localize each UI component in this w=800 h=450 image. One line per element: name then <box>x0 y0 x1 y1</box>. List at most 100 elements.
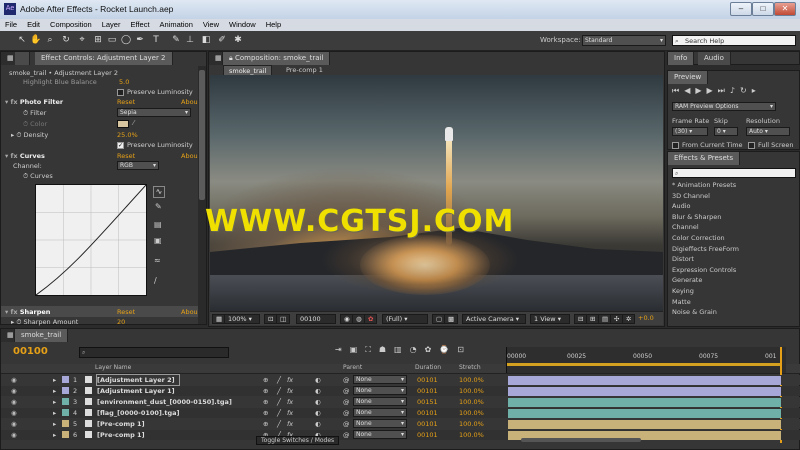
adjustment-switch-icon[interactable]: ◐ <box>315 375 321 385</box>
current-time-field[interactable]: 00100 <box>296 314 336 324</box>
expand-arrow-icon[interactable]: ▸ <box>53 419 56 429</box>
parent-dropdown[interactable]: None ▾ <box>353 386 407 395</box>
save-file-icon[interactable]: ▣ <box>154 236 162 245</box>
fx-switch-icon[interactable]: fx <box>287 408 293 418</box>
tab-effect-controls[interactable]: Effect Controls: Adjustment Layer 2 <box>35 52 173 65</box>
tab-audio[interactable]: Audio <box>698 52 731 65</box>
parent-dropdown[interactable]: None ▾ <box>353 430 407 439</box>
menu-view[interactable]: View <box>198 19 224 29</box>
shy-layers-icon[interactable]: ☗ <box>379 345 394 354</box>
ellipse-mask-icon[interactable]: ◯ <box>120 34 132 47</box>
motion-blur-icon[interactable]: ◔ <box>410 345 425 354</box>
adjustment-switch-icon[interactable]: ◐ <box>315 386 321 396</box>
tab-preview[interactable]: Preview <box>668 71 709 84</box>
layer-name[interactable]: [Pre-comp 1] <box>97 419 145 429</box>
panel-grip-icon[interactable]: ▦ <box>209 52 223 65</box>
expand-arrow-icon[interactable]: ▸ <box>53 397 56 407</box>
time-ruler[interactable]: 00000 00025 00050 00075 001 <box>506 347 786 373</box>
column-stretch[interactable]: Stretch <box>459 364 481 371</box>
full-screen[interactable]: Full Screen <box>748 140 794 150</box>
shy-switch-icon[interactable]: ⊕ <box>263 408 268 418</box>
maximize-button[interactable]: □ <box>752 2 774 16</box>
layer-duration-bar[interactable] <box>508 420 781 429</box>
layer-name[interactable]: [Adjustment Layer 2] <box>96 374 180 386</box>
clone-stamp-tool-icon[interactable]: ⊥ <box>184 34 196 47</box>
effects-category[interactable]: Blur & Sharpen <box>672 212 721 222</box>
loop-icon[interactable]: ↻ <box>740 86 752 95</box>
shy-switch-icon[interactable]: ⊕ <box>263 386 268 396</box>
adjustment-switch-icon[interactable]: ◐ <box>315 397 321 407</box>
effects-category[interactable]: 3D Channel <box>672 191 710 201</box>
timeline-search-input[interactable]: ⌕ <box>79 347 229 358</box>
layer-stretch[interactable]: 100.0% <box>459 419 484 429</box>
effects-search-input[interactable]: ⌕ <box>672 168 796 178</box>
frame-blending-icon[interactable]: ▥ <box>394 345 410 354</box>
channel-icon[interactable]: ✿ <box>364 314 378 324</box>
camera-dropdown[interactable]: Active Camera ▾ <box>462 314 526 324</box>
sharpen-about[interactable]: Abou <box>181 307 198 317</box>
layer-duration-bar[interactable] <box>508 387 781 396</box>
shy-switch-icon[interactable]: ⊕ <box>263 397 268 407</box>
expand-arrow-icon[interactable]: ▸ <box>53 375 56 385</box>
photo-filter-reset[interactable]: Reset <box>117 97 135 107</box>
quality-switch-icon[interactable]: ╱ <box>277 408 281 418</box>
truncated-row-value[interactable]: 5.0 <box>119 77 129 87</box>
prev-frame-icon[interactable]: ◀ <box>684 86 695 95</box>
shy-switch-icon[interactable]: ⊕ <box>263 419 268 429</box>
draft-3d-icon[interactable]: ⛶ <box>365 345 379 354</box>
rotate-tool-icon[interactable]: ↻ <box>60 34 72 47</box>
density-value[interactable]: 25.0% <box>117 130 138 140</box>
work-area-bar[interactable] <box>507 363 781 366</box>
zoom-tool-icon[interactable]: ⌕ <box>44 34 56 47</box>
selection-tool-icon[interactable]: ↖ <box>16 34 28 47</box>
transparency-grid-icon[interactable]: ▩ <box>444 314 459 324</box>
view-layout-dropdown[interactable]: 1 View ▾ <box>530 314 570 324</box>
label-color-swatch[interactable] <box>62 431 69 438</box>
exposure-reset-icon[interactable]: ✲ <box>622 314 636 324</box>
layer-stretch[interactable]: 100.0% <box>459 430 484 440</box>
eye-icon[interactable]: ◉ <box>11 419 17 429</box>
tab-effects-presets[interactable]: Effects & Presets <box>668 152 741 165</box>
menu-edit[interactable]: Edit <box>22 19 45 29</box>
layer-duration[interactable]: 00101 <box>417 430 438 440</box>
parent-dropdown[interactable]: None ▾ <box>353 408 407 417</box>
ram-preview-options-dropdown[interactable]: RAM Preview Options ▾ <box>672 102 776 111</box>
layer-name[interactable]: [environment_dust_[0000-0150].tga] <box>97 397 232 407</box>
tab-timeline-smoke-trail[interactable]: smoke_trail <box>15 329 69 342</box>
eye-icon[interactable]: ◉ <box>11 397 17 407</box>
timeline-timecode[interactable]: 00100 <box>13 346 48 357</box>
rectangle-tool-icon[interactable]: ▭ <box>106 34 118 47</box>
menu-effect[interactable]: Effect <box>125 19 154 29</box>
preserve-luminosity-2[interactable]: ✓ Preserve Luminosity <box>117 140 193 150</box>
mask-visibility-icon[interactable]: ◫ <box>276 314 291 324</box>
panel-grip-icon[interactable]: ▦ <box>1 52 15 65</box>
parent-dropdown[interactable]: None ▾ <box>353 375 407 384</box>
fx-switch-icon[interactable]: fx <box>287 386 293 396</box>
sharpen-amount-value[interactable]: 20 <box>117 317 125 327</box>
zoom-dropdown[interactable]: 100% ▾ <box>224 314 260 324</box>
table-row[interactable]: ◉ ▸ 2 [Adjustment Layer 1] ⊕ ╱ fx ◐ @ None ▾ 00101 1… <box>1 386 800 396</box>
layer-name[interactable]: [Pre-comp 1] <box>97 430 145 440</box>
auto-keyframe-icon[interactable]: ⌚ <box>439 345 457 354</box>
column-parent[interactable]: Parent <box>343 364 362 371</box>
table-row[interactable]: ◉ ▸ 1 [Adjustment Layer 2] ⊕ ╱ fx ◐ @ None ▾ 00101 1… <box>1 374 800 386</box>
menu-layer[interactable]: Layer <box>97 19 126 29</box>
from-current-checkbox[interactable] <box>672 141 679 149</box>
effects-category[interactable]: * Animation Presets <box>672 180 736 190</box>
curve-tool-icon[interactable]: ∿ <box>153 186 165 198</box>
pencil-tool-icon[interactable]: ✎ <box>155 202 162 211</box>
layer-stretch[interactable]: 100.0% <box>459 386 484 396</box>
eye-icon[interactable]: ◉ <box>11 408 17 418</box>
next-frame-icon[interactable]: ▶ <box>707 86 718 95</box>
brainstorm-icon[interactable]: ✿ <box>425 345 440 354</box>
eyedropper-icon[interactable]: ⁄ <box>133 119 134 127</box>
photo-filter-effect[interactable]: ▾ fx Photo Filter <box>5 97 63 107</box>
fx-switch-icon[interactable]: fx <box>287 397 293 407</box>
effects-category[interactable]: Noise & Grain <box>672 307 717 317</box>
shy-switch-icon[interactable]: ⊕ <box>263 375 268 385</box>
effects-category[interactable]: Generate <box>672 275 702 285</box>
puppet-tool-icon[interactable]: ✱ <box>232 34 244 47</box>
effects-category[interactable]: Audio <box>672 201 690 211</box>
effects-category[interactable]: Matte <box>672 297 691 307</box>
sharpen-reset[interactable]: Reset <box>117 307 135 317</box>
